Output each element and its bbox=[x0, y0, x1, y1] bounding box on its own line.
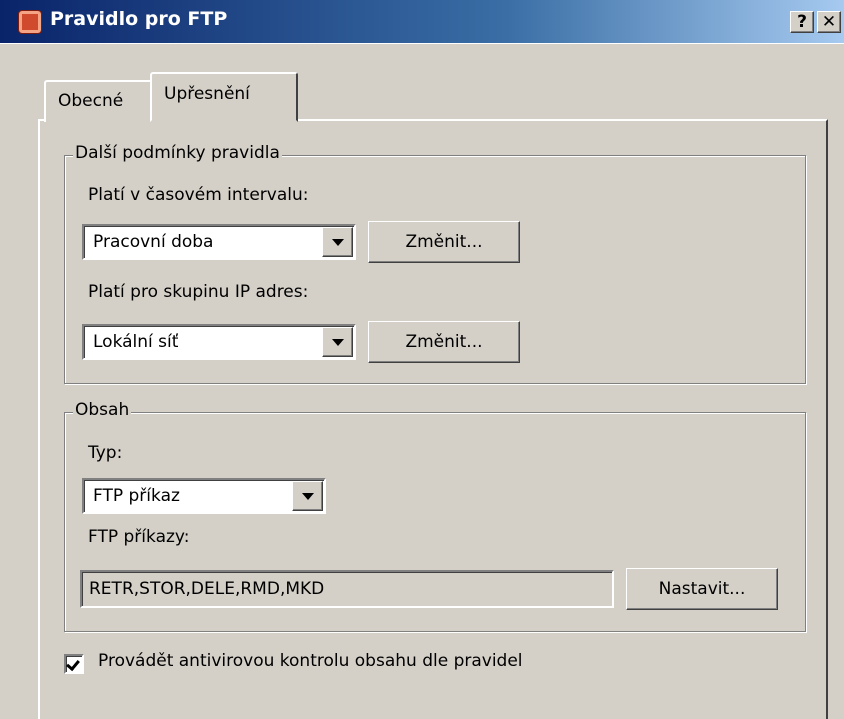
ftp-commands-field[interactable]: RETR,STOR,DELE,RMD,MKD bbox=[80, 570, 614, 608]
help-button[interactable]: ? bbox=[790, 11, 814, 33]
ip-group-label: Platí pro skupinu IP adres: bbox=[88, 282, 309, 302]
ftp-commands-label: FTP příkazy: bbox=[88, 527, 190, 547]
time-change-button[interactable]: Změnit... bbox=[368, 221, 520, 263]
time-interval-select[interactable]: Pracovní doba bbox=[82, 224, 356, 260]
antivirus-checkbox[interactable] bbox=[64, 654, 84, 674]
content-group-legend: Obsah bbox=[73, 400, 132, 420]
antivirus-checkbox-label[interactable]: Provádět antivirovou kontrolu obsahu dle… bbox=[98, 651, 523, 671]
window-title: Pravidlo pro FTP bbox=[50, 8, 228, 30]
type-value: FTP příkaz bbox=[93, 486, 180, 506]
dropdown-arrow-icon[interactable] bbox=[292, 481, 323, 511]
app-icon bbox=[18, 10, 42, 34]
tab-obecne[interactable]: Obecné bbox=[44, 80, 154, 122]
tab-label: Upřesnění bbox=[164, 84, 250, 104]
close-button[interactable]: ✕ bbox=[817, 11, 841, 33]
ip-change-button[interactable]: Změnit... bbox=[368, 321, 520, 363]
ip-group-value: Lokální síť bbox=[93, 332, 179, 352]
tab-upresneni[interactable]: Upřesnění bbox=[150, 72, 298, 122]
tab-label: Obecné bbox=[58, 91, 124, 111]
conditions-group-legend: Další podmínky pravidla bbox=[73, 143, 282, 163]
set-button[interactable]: Nastavit... bbox=[626, 568, 778, 610]
type-select[interactable]: FTP příkaz bbox=[82, 478, 326, 514]
dropdown-arrow-icon[interactable] bbox=[322, 227, 353, 257]
time-interval-label: Platí v časovém intervalu: bbox=[88, 185, 309, 205]
type-label: Typ: bbox=[88, 443, 123, 463]
dropdown-arrow-icon[interactable] bbox=[322, 327, 353, 357]
time-interval-value: Pracovní doba bbox=[93, 232, 214, 252]
ip-group-select[interactable]: Lokální síť bbox=[82, 324, 356, 360]
